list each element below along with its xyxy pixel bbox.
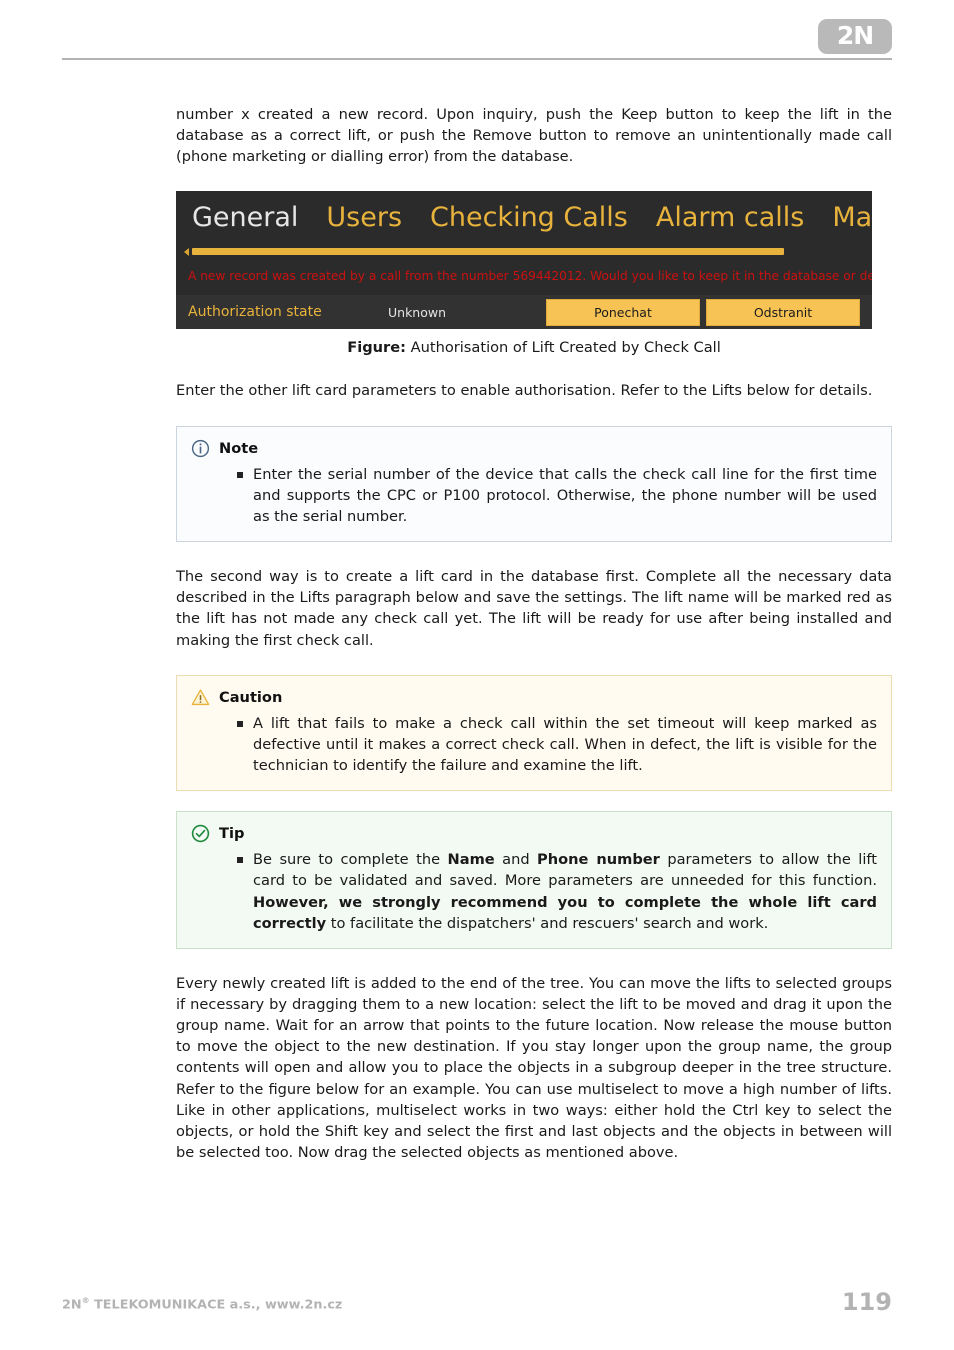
tip-text-part1: Be sure to complete the	[253, 851, 448, 869]
page-content: number x created a new record. Upon inqu…	[176, 104, 892, 1163]
alert-message: A new record was created by a call from …	[188, 269, 872, 284]
paragraph-second-way: The second way is to create a lift card …	[176, 568, 892, 649]
brand-logo-text: 2N	[836, 21, 874, 50]
header-divider	[62, 58, 892, 60]
tab-users[interactable]: Users	[326, 202, 402, 233]
note-header: Note	[191, 439, 877, 458]
paragraph-after-figure: Enter the other lift card parameters to …	[176, 382, 873, 400]
authorization-state-label: Authorization state	[188, 304, 322, 321]
caution-header: Caution	[191, 688, 877, 707]
tip-body: Be sure to complete the Name and Phone n…	[191, 849, 877, 934]
tip-text-part4: to facilitate the dispatchers' and rescu…	[326, 914, 769, 932]
bullet-icon	[237, 720, 243, 727]
final-paragraph: Every newly created lift is added to the…	[176, 974, 892, 1162]
tip-text: Be sure to complete the Name and Phone n…	[253, 849, 877, 934]
page-footer: 2N® TELEKOMUNIKACE a.s., www.2n.cz 119	[62, 1288, 892, 1318]
note-text: Enter the serial number of the device th…	[253, 465, 877, 525]
tip-bold-name: Name	[447, 851, 495, 869]
footer-company-name: 2N	[62, 1297, 82, 1313]
horizontal-scrollbar[interactable]	[184, 247, 864, 257]
page-number: 119	[841, 1288, 892, 1316]
caution-box: Caution A lift that fails to make a chec…	[176, 674, 892, 792]
footer-company-rest: TELEKOMUNIKACE a.s., www.2n.cz	[89, 1297, 343, 1313]
caution-body: A lift that fails to make a check call w…	[191, 713, 877, 776]
tab-map[interactable]: Map	[832, 202, 872, 233]
tab-alarm-calls[interactable]: Alarm calls	[656, 202, 805, 233]
note-body: Enter the serial number of the device th…	[191, 464, 877, 527]
page-header: 2N	[0, 0, 954, 62]
tip-title: Tip	[219, 825, 245, 843]
figure-caption-text: Authorisation of Lift Created by Check C…	[410, 339, 721, 357]
figure-caption-prefix: Figure:	[347, 339, 406, 357]
authorization-state-value: Unknown	[388, 305, 447, 321]
figure-block: General Users Checking Calls Alarm calls…	[176, 191, 892, 356]
remove-button[interactable]: Odstranit	[706, 299, 860, 327]
brand-logo: 2N	[818, 19, 892, 54]
footer-company: 2N® TELEKOMUNIKACE a.s., www.2n.cz	[62, 1296, 342, 1312]
tip-text-part2: and	[494, 851, 538, 869]
bullet-icon	[237, 857, 243, 864]
caution-title: Caution	[219, 688, 283, 706]
tip-box: Tip Be sure to complete the Name and Pho…	[176, 811, 892, 949]
app-tab-bar: General Users Checking Calls Alarm calls…	[176, 191, 872, 243]
intro-paragraph: number x created a new record. Upon inqu…	[176, 106, 892, 166]
tip-bold-phone-number: Phone number	[537, 851, 660, 869]
app-screenshot: General Users Checking Calls Alarm calls…	[176, 191, 872, 330]
note-box: Note Enter the serial number of the devi…	[176, 425, 892, 543]
registered-mark: ®	[81, 1296, 90, 1305]
check-circle-icon	[191, 824, 210, 843]
info-circle-icon	[191, 439, 210, 457]
tip-header: Tip	[191, 824, 877, 843]
tab-checking-calls[interactable]: Checking Calls	[430, 202, 628, 233]
bullet-icon	[237, 471, 243, 478]
keep-button[interactable]: Ponechat	[546, 299, 700, 327]
authorization-row: Authorization state Unknown Ponechat Ods…	[176, 295, 872, 330]
tab-general[interactable]: General	[192, 202, 298, 233]
warning-triangle-icon	[191, 689, 210, 705]
figure-caption: Figure: Authorisation of Lift Created by…	[176, 339, 892, 356]
scroll-left-arrow-icon[interactable]	[184, 248, 189, 257]
caution-text: A lift that fails to make a check call w…	[253, 714, 877, 775]
scrollbar-thumb[interactable]	[192, 248, 784, 256]
note-title: Note	[219, 439, 259, 457]
